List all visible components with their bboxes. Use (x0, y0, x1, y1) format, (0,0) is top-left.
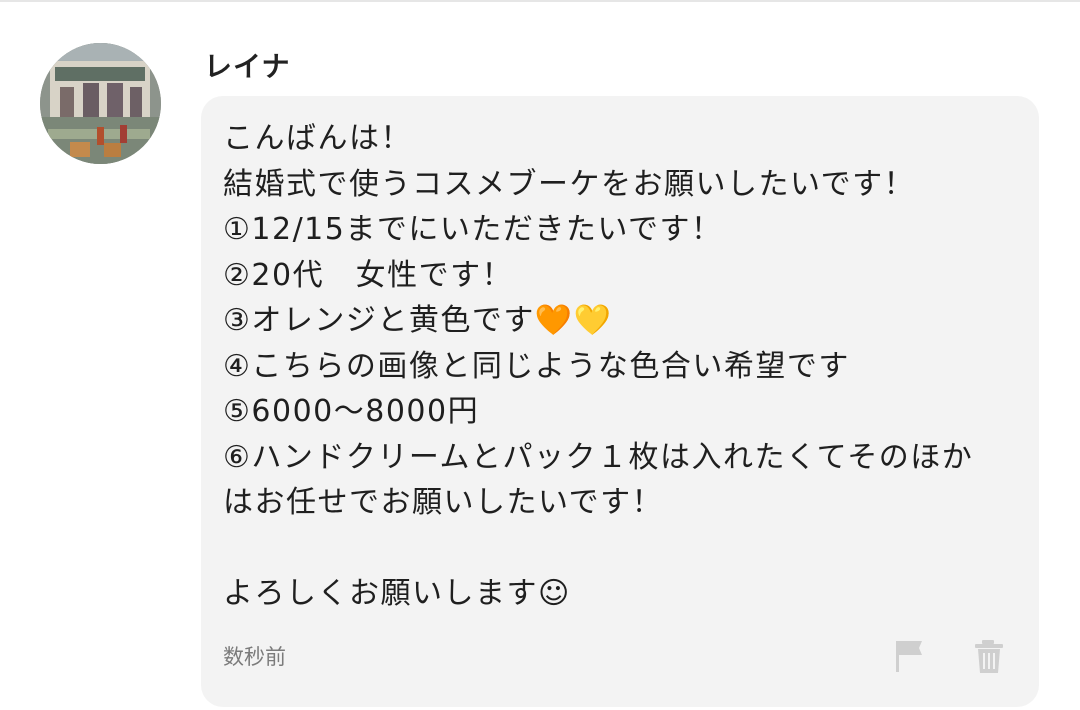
message-line: ④こちらの画像と同じような色合い希望です (223, 348, 850, 384)
message-line: 結婚式で使うコスメブーケをお願いしたいです！ (223, 166, 916, 202)
profile-photo-avatar (40, 43, 161, 164)
message-line: よろしくお願いします☺ (223, 576, 571, 611)
flag-icon-svg (896, 641, 922, 672)
message-line: ②20代 女性です！ (223, 257, 514, 293)
message-line: はお任せでお願いしたいです！ (223, 485, 664, 520)
trash-icon[interactable] (971, 637, 1007, 677)
message-line: ⑥ハンドクリームとパック１枚は入れたくてそのほか (223, 439, 974, 475)
trash-icon-svg (975, 640, 1003, 673)
message-line: ③オレンジと黄色です🧡💛 (223, 303, 613, 338)
timestamp: 数秒前 (223, 645, 286, 669)
sender-name: レイナ (204, 50, 291, 83)
message-line (223, 526, 1023, 572)
message-line: ①12/15までにいただきたいです！ (223, 212, 723, 247)
message-body: こんばんは！ 結婚式で使うコスメブーケをお願いしたいです！ ①12/15までにい… (223, 116, 1023, 617)
message-bubble: こんばんは！ 結婚式で使うコスメブーケをお願いしたいです！ ①12/15までにい… (201, 96, 1039, 707)
flag-icon[interactable] (891, 636, 927, 676)
avatar[interactable] (40, 43, 161, 164)
top-divider (0, 0, 1080, 2)
message-line: ⑤6000～8000円 (223, 394, 480, 429)
message-line: こんばんは！ (223, 121, 412, 156)
